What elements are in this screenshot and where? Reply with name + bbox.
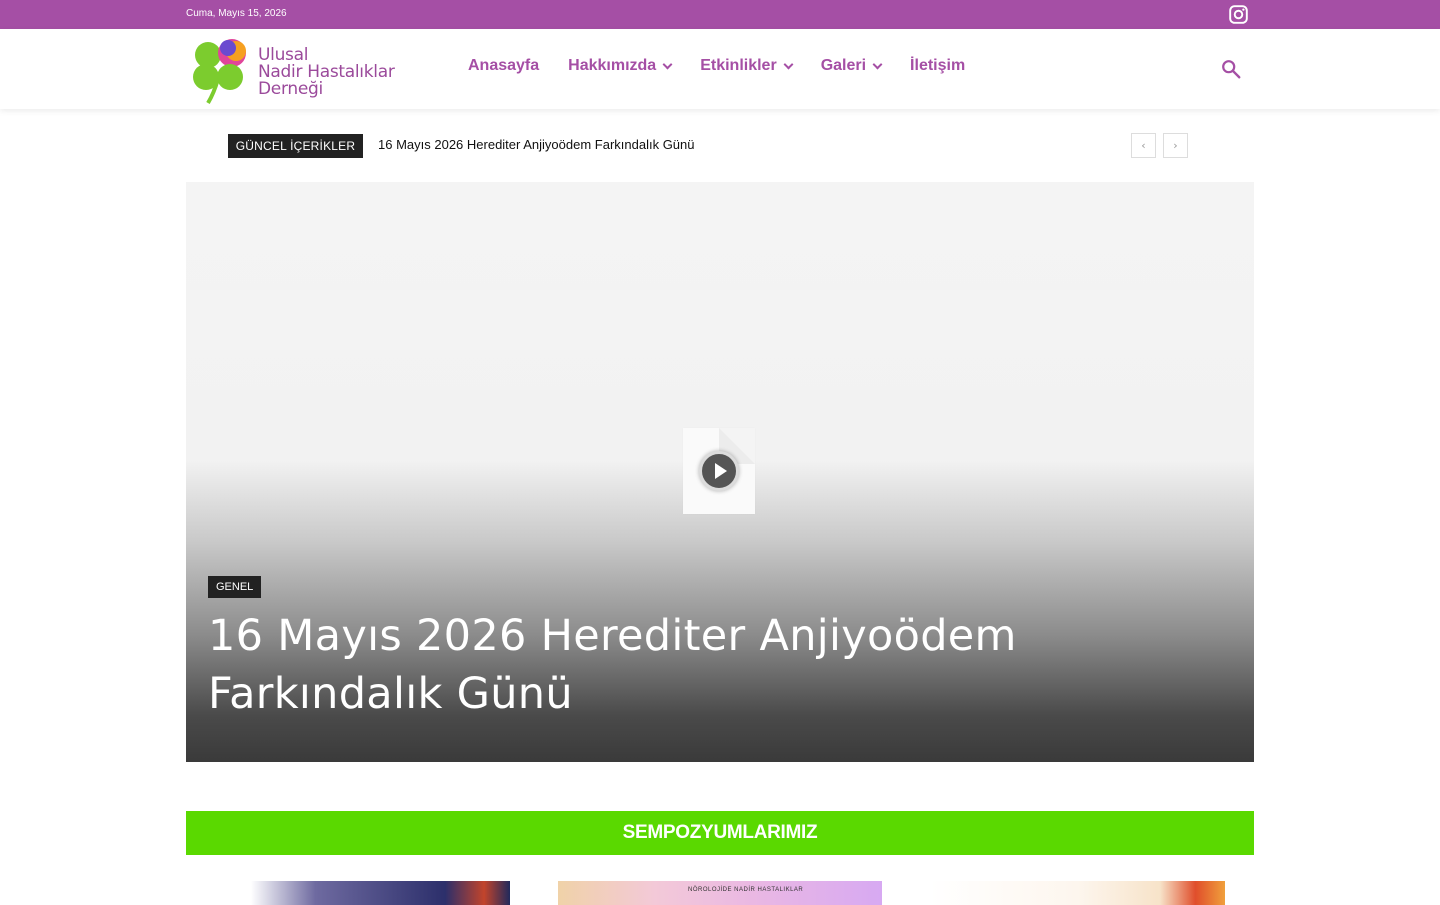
instagram-icon[interactable] bbox=[1228, 4, 1249, 25]
clover-logo-icon bbox=[193, 39, 246, 105]
nav-item-galeri[interactable]: Galeri bbox=[820, 57, 883, 75]
nav-label: İletişim bbox=[910, 57, 966, 74]
logo-text: Ulusal Nadir Hastalıklar Derneği bbox=[258, 47, 395, 98]
ticker-prev-button[interactable]: ‹ bbox=[1131, 133, 1156, 158]
ticker-headline[interactable]: 16 Mayıs 2026 Herediter Anjiyoödem Farkı… bbox=[378, 137, 695, 152]
nav-item-hakkimizda[interactable]: Hakkımızda bbox=[568, 57, 673, 75]
logo-line: Derneği bbox=[258, 79, 323, 99]
play-icon[interactable] bbox=[699, 451, 739, 491]
featured-post[interactable]: GENEL 16 Mayıs 2026 Herediter Anjiyoödem… bbox=[186, 182, 1254, 762]
current-date: Cuma, Mayıs 15, 2026 bbox=[186, 8, 287, 19]
main-nav: Anasayfa Hakkımızda Etkinlikler Galeri İ… bbox=[468, 57, 994, 75]
chevron-down-icon bbox=[662, 59, 673, 69]
nav-item-etkinlikler[interactable]: Etkinlikler bbox=[700, 57, 794, 75]
ticker-label: GÜNCEL İÇERİKLER bbox=[228, 134, 363, 158]
site-logo[interactable]: Ulusal Nadir Hastalıklar Derneği bbox=[188, 35, 418, 105]
nav-label: Hakkımızda bbox=[568, 57, 657, 74]
top-bar: Cuma, Mayıs 15, 2026 bbox=[0, 0, 1440, 29]
symposium-thumb[interactable] bbox=[930, 881, 1225, 905]
nav-label: Etkinlikler bbox=[700, 57, 777, 74]
section-title: SEMPOZYUMLARIMIZ bbox=[186, 811, 1254, 855]
nav-label: Anasayfa bbox=[468, 57, 540, 74]
chevron-down-icon bbox=[783, 59, 794, 69]
site-header: Ulusal Nadir Hastalıklar Derneği Anasayf… bbox=[0, 29, 1440, 109]
category-badge[interactable]: GENEL bbox=[208, 576, 262, 598]
nav-item-iletisim[interactable]: İletişim bbox=[910, 57, 965, 75]
nav-label: Galeri bbox=[820, 57, 867, 74]
symposium-thumb[interactable]: NÖROLOJİDE NADİR HASTALIKLAR bbox=[558, 881, 882, 905]
search-icon[interactable] bbox=[1220, 58, 1242, 80]
nav-item-anasayfa[interactable]: Anasayfa bbox=[468, 57, 539, 75]
symposium-thumb[interactable] bbox=[186, 881, 510, 905]
featured-post-title[interactable]: 16 Mayıs 2026 Herediter Anjiyoödem Farkı… bbox=[208, 607, 1108, 723]
chevron-down-icon bbox=[872, 59, 883, 69]
thumb-caption: NÖROLOJİDE NADİR HASTALIKLAR bbox=[688, 887, 804, 893]
ticker-next-button[interactable]: › bbox=[1163, 133, 1188, 158]
